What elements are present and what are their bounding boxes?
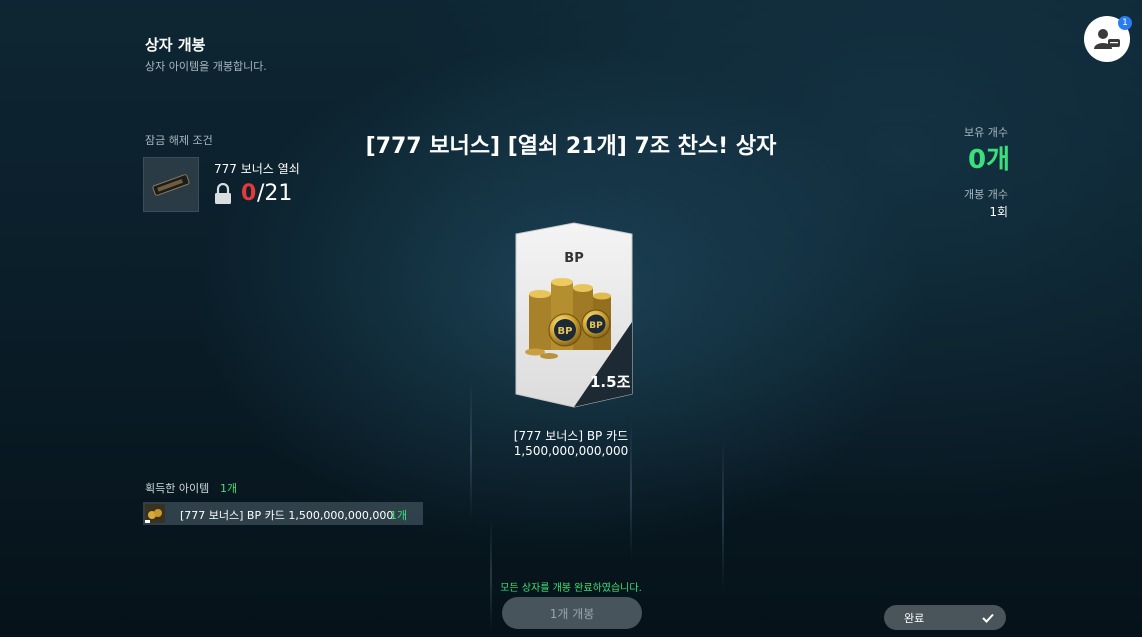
acquired-item-quantity: 1개 xyxy=(390,509,408,522)
acquired-items-count: 1개 xyxy=(220,482,238,495)
page-title: 상자 개봉 xyxy=(145,36,206,54)
reward-name: [777 보너스] BP 카드 xyxy=(513,429,629,443)
profile-button[interactable]: 1 xyxy=(1084,16,1132,62)
acquired-item-name: [777 보너스] BP 카드 1,500,000,000,000 xyxy=(180,509,394,522)
key-current-count: 0 xyxy=(241,181,257,206)
acquired-items-label: 획득한 아이템 xyxy=(145,482,210,495)
key-required-total: /21 xyxy=(257,181,293,206)
lock-icon xyxy=(215,183,231,204)
reward-value: 1,500,000,000,000 xyxy=(513,444,629,458)
opened-count-label: 개봉 개수 xyxy=(964,188,1008,201)
notification-badge: 1 xyxy=(1118,16,1132,30)
page-subtitle: 상자 아이템을 개봉합니다. xyxy=(145,60,267,73)
complete-button[interactable]: 완료 xyxy=(884,605,1006,630)
svg-text:BP: BP xyxy=(589,321,603,331)
card-amount: 1.5조 xyxy=(590,373,631,391)
owned-count-label: 보유 개수 xyxy=(964,126,1008,139)
complete-button-label: 완료 xyxy=(904,611,925,625)
check-icon xyxy=(982,613,994,623)
opened-count-value: 1회 xyxy=(989,205,1008,219)
light-streak xyxy=(490,520,492,630)
user-chat-icon xyxy=(1094,29,1120,49)
card-currency-tag: BP xyxy=(564,251,584,266)
svg-text:BP: BP xyxy=(558,326,573,337)
open-one-button[interactable]: 1개 개봉 xyxy=(502,597,642,629)
key-item-name: 777 보너스 열쇠 xyxy=(214,162,300,176)
open-one-button-label: 1개 개봉 xyxy=(549,606,595,621)
bp-card-thumbnail xyxy=(145,504,165,523)
light-streak xyxy=(722,440,724,590)
owned-count-value: 0개 xyxy=(967,145,1010,175)
completion-message: 모든 상자를 개봉 완료하였습니다. xyxy=(500,583,642,594)
key-item-thumbnail xyxy=(143,157,199,212)
